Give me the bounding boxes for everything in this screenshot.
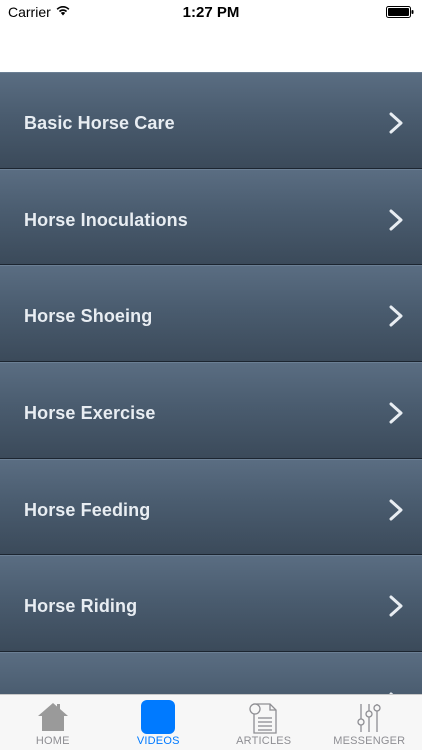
navigation-bar	[0, 24, 422, 72]
chevron-right-icon	[389, 305, 403, 327]
status-bar: Carrier 1:27 PM	[0, 0, 422, 24]
articles-icon	[249, 703, 277, 734]
list-item-horse-riding[interactable]: Horse Riding	[0, 555, 422, 653]
battery-icon	[386, 6, 414, 18]
list-item-partial[interactable]	[0, 652, 422, 694]
videos-icon	[141, 700, 176, 734]
tab-label: ARTICLES	[236, 735, 292, 747]
category-list: Basic Horse Care Horse Inoculations Hors…	[0, 72, 422, 694]
tab-label: VIDEOS	[136, 735, 180, 747]
tab-videos[interactable]: VIDEOS	[106, 695, 212, 750]
home-icon	[37, 703, 68, 731]
tab-bar: HOME VIDEOS ARTICLES MESSENGER	[0, 694, 422, 750]
chevron-right-icon	[389, 112, 403, 134]
list-item-label: Basic Horse Care	[24, 113, 175, 133]
list-item-horse-feeding[interactable]: Horse Feeding	[0, 458, 422, 556]
tab-label: MESSENGER	[333, 735, 406, 747]
chevron-right-icon	[389, 402, 403, 424]
tab-label: HOME	[35, 735, 70, 747]
status-time: 1:27 PM	[182, 4, 240, 21]
tab-messenger[interactable]: MESSENGER	[317, 695, 422, 750]
list-item-label: Horse Riding	[24, 596, 138, 617]
list-item-label: Horse Shoeing	[24, 306, 153, 327]
tab-home[interactable]: HOME	[0, 695, 106, 750]
tab-articles[interactable]: ARTICLES	[211, 695, 317, 750]
messenger-icon	[357, 704, 381, 732]
list-item-basic-horse-care[interactable]: Basic Horse Care	[0, 72, 422, 169]
chevron-right-icon	[389, 595, 403, 617]
list-item-label: Horse Exercise	[24, 403, 156, 424]
list-item-label: Horse Inoculations	[24, 209, 188, 230]
chevron-right-icon	[389, 209, 403, 231]
list-item-horse-shoeing[interactable]: Horse Shoeing	[0, 265, 422, 363]
list-item-horse-inoculations[interactable]: Horse Inoculations	[0, 168, 422, 266]
list-item-horse-exercise[interactable]: Horse Exercise	[0, 362, 422, 459]
list-item-label: Horse Feeding	[24, 499, 151, 520]
chevron-right-icon	[389, 499, 403, 521]
